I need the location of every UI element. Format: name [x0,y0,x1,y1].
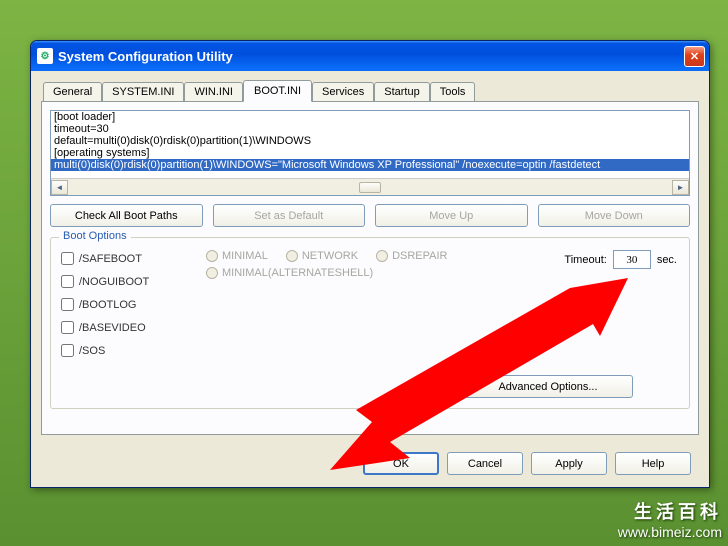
tab-winini[interactable]: WIN.INI [184,82,243,101]
app-icon: ⚙ [37,48,53,64]
scroll-left-icon[interactable]: ◄ [51,180,68,195]
basevideo-checkbox[interactable]: /BASEVIDEO [61,321,149,334]
bootlog-checkbox[interactable]: /BOOTLOG [61,298,149,311]
scroll-track[interactable] [68,182,672,193]
move-down-button: Move Down [538,204,691,227]
boot-option-checks: /SAFEBOOT /NOGUIBOOT /BOOTLOG /BASEVIDEO… [61,252,149,357]
network-radio: NETWORK [286,250,358,262]
checkbox-input[interactable] [61,344,74,357]
close-icon: ✕ [690,50,699,63]
radio-icon [286,250,298,262]
bootini-listbox[interactable]: [boot loader] timeout=30 default=multi(0… [50,110,690,196]
help-button[interactable]: Help [615,452,691,475]
tab-services[interactable]: Services [312,82,374,101]
tab-strip: General SYSTEM.INI WIN.INI BOOT.INI Serv… [41,79,699,101]
tab-tools[interactable]: Tools [430,82,476,101]
bootini-page: [boot loader] timeout=30 default=multi(0… [41,101,699,435]
horizontal-scrollbar[interactable]: ◄ ► [51,178,689,195]
dialog-buttons: OK Cancel Apply Help [363,452,691,475]
checkbox-input[interactable] [61,275,74,288]
timeout-field: Timeout: sec. [564,250,677,269]
ini-line[interactable]: [boot loader] [51,111,689,123]
radio-icon [206,250,218,262]
tab-systemini[interactable]: SYSTEM.INI [102,82,184,101]
tab-general[interactable]: General [43,82,102,101]
titlebar[interactable]: ⚙ System Configuration Utility ✕ [31,41,709,71]
boot-options-group: Boot Options /SAFEBOOT /NOGUIBOOT /BOOTL… [50,237,690,409]
close-button[interactable]: ✕ [684,46,705,67]
advanced-options-button[interactable]: Advanced Options... [463,375,633,398]
checkbox-input[interactable] [61,321,74,334]
bootini-button-row: Check All Boot Paths Set as Default Move… [50,204,690,227]
timeout-input[interactable] [613,250,651,269]
scroll-thumb[interactable] [359,182,381,193]
sos-checkbox[interactable]: /SOS [61,344,149,357]
radio-icon [206,267,218,279]
set-as-default-button: Set as Default [213,204,366,227]
ok-button[interactable]: OK [363,452,439,475]
ini-line[interactable]: [operating systems] [51,147,689,159]
scroll-right-icon[interactable]: ► [672,180,689,195]
checkbox-input[interactable] [61,298,74,311]
ini-line[interactable]: default=multi(0)disk(0)rdisk(0)partition… [51,135,689,147]
move-up-button: Move Up [375,204,528,227]
watermark: 生活百科 www.bimeiz.com [618,498,722,540]
tab-bootini[interactable]: BOOT.INI [243,80,312,102]
minimal-altshell-radio: MINIMAL(ALTERNATESHELL) [206,267,373,279]
watermark-line1: 生活百科 [618,498,722,524]
ini-line[interactable]: timeout=30 [51,123,689,135]
apply-button[interactable]: Apply [531,452,607,475]
ini-line-selected[interactable]: multi(0)disk(0)rdisk(0)partition(1)\WIND… [51,159,689,171]
radio-icon [376,250,388,262]
minimal-radio: MINIMAL [206,250,268,262]
cancel-button[interactable]: Cancel [447,452,523,475]
msconfig-window: ⚙ System Configuration Utility ✕ General… [30,40,710,488]
boot-options-legend: Boot Options [59,230,131,242]
timeout-suffix: sec. [657,254,677,266]
checkbox-input[interactable] [61,252,74,265]
tab-startup[interactable]: Startup [374,82,429,101]
client-area: General SYSTEM.INI WIN.INI BOOT.INI Serv… [31,71,709,487]
noguiboot-checkbox[interactable]: /NOGUIBOOT [61,275,149,288]
safeboot-radios: MINIMAL NETWORK DSREPAIR MINIMAL(ALTERNA… [206,250,448,284]
dsrepair-radio: DSREPAIR [376,250,447,262]
check-all-boot-paths-button[interactable]: Check All Boot Paths [50,204,203,227]
timeout-label: Timeout: [564,254,606,266]
safeboot-checkbox[interactable]: /SAFEBOOT [61,252,149,265]
window-title: System Configuration Utility [58,49,233,64]
watermark-line2: www.bimeiz.com [618,524,722,540]
